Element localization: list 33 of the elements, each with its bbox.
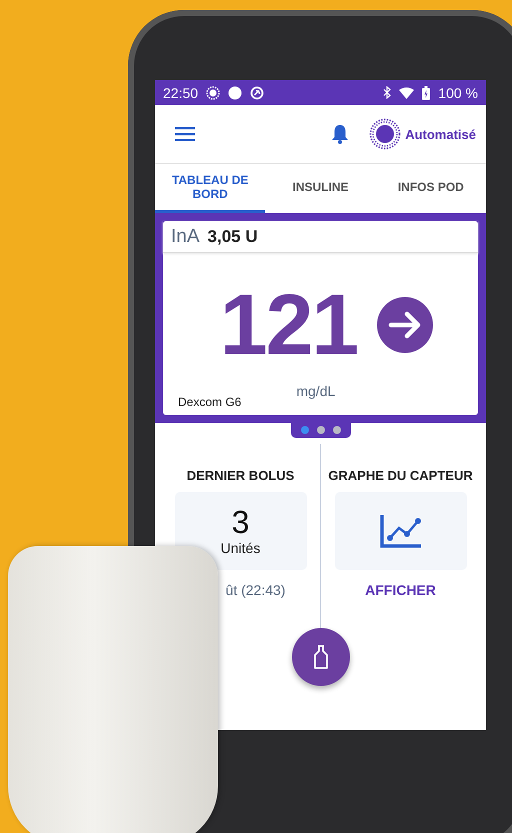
mode-label: Automatisé: [405, 126, 476, 142]
panel-title: GRAPHE DU CAPTEUR: [328, 468, 473, 483]
mode-ring-icon: [369, 118, 402, 150]
tab[interactable]: INSULINE: [265, 164, 376, 213]
vial-icon: [312, 645, 328, 669]
wifi-icon: [399, 86, 414, 98]
sync-icon: [250, 86, 264, 100]
panel-title: DERNIER BOLUS: [186, 468, 294, 483]
battery-level: 100 %: [438, 84, 478, 100]
glucose-value: 121: [220, 276, 358, 374]
iob-value: 3,05 U: [208, 226, 258, 246]
tab[interactable]: INFOS POD: [376, 164, 486, 213]
bolus-value: 3: [232, 506, 250, 538]
battery-icon: [422, 86, 430, 100]
bluetooth-icon: [383, 86, 392, 99]
bolus-time: ût (22:43): [226, 582, 286, 598]
mode-button[interactable]: Automatisé: [369, 118, 476, 150]
iob-label: InA: [171, 226, 200, 248]
status-time: 22:50: [163, 84, 198, 100]
show-graph-link[interactable]: AFFICHER: [365, 582, 436, 598]
glucose-unit: mg/dL: [296, 383, 336, 399]
bell-icon[interactable]: [331, 124, 350, 144]
graph-card[interactable]: [334, 492, 466, 570]
pager-dot[interactable]: [316, 426, 324, 434]
line-chart-icon: [378, 513, 422, 549]
circle-icon: [228, 86, 242, 100]
sensor-name: Dexcom G6: [178, 395, 242, 409]
target-icon: [206, 86, 220, 100]
bolus-unit: Unités: [220, 540, 260, 556]
pager-dot[interactable]: [332, 426, 340, 434]
menu-icon[interactable]: [175, 127, 195, 141]
pager-dot[interactable]: [300, 426, 308, 434]
bolus-button[interactable]: [292, 628, 350, 686]
